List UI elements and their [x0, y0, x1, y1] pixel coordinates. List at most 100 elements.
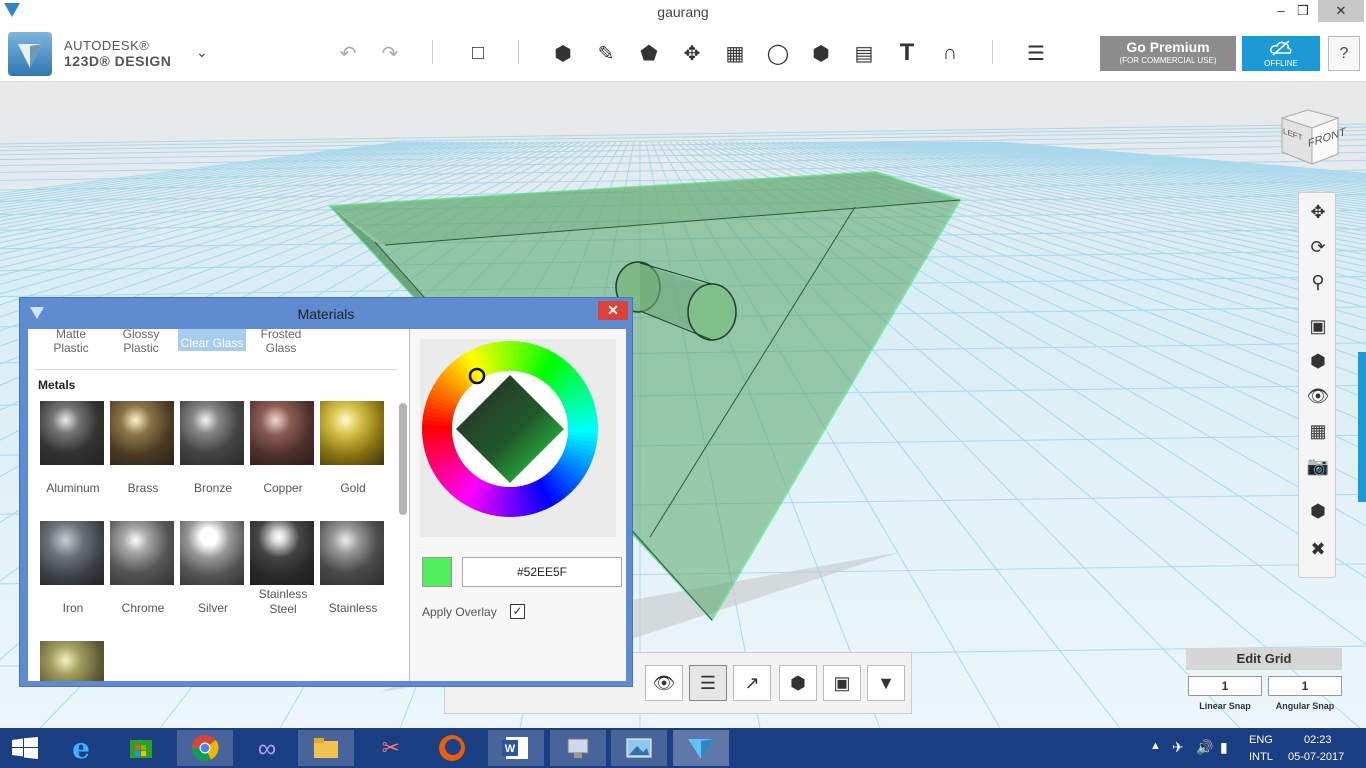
angular-snap-label: Angular Snap	[1275, 701, 1335, 711]
aluminum-swatch	[40, 401, 104, 465]
battery-icon[interactable]: ▮	[1220, 739, 1228, 768]
materials-scrollbar[interactable]	[399, 403, 407, 515]
fit-icon[interactable]: ▣	[1305, 313, 1331, 339]
undo-icon[interactable]: ↶	[334, 39, 362, 67]
material-matte-plastic[interactable]: Matte Plastic	[36, 329, 106, 355]
clock-date[interactable]: 05-07-2017	[1288, 751, 1344, 768]
iron-swatch	[40, 521, 104, 585]
side-panel-tab[interactable]	[1358, 352, 1366, 502]
material-glossy-plastic[interactable]: Glossy Plastic	[106, 329, 176, 355]
materials-dialog: Materials ✕ Matte Plastic Glossy Plastic…	[19, 297, 633, 687]
material-stainless[interactable]: Stainless	[320, 521, 386, 631]
brand-logo-icon[interactable]	[8, 32, 52, 76]
export-icon[interactable]: ↗	[733, 665, 771, 701]
color-wheel[interactable]	[420, 339, 616, 537]
zoom-icon[interactable]: ⚲	[1305, 269, 1331, 295]
chevron-down-icon[interactable]: ⌄	[196, 44, 208, 61]
angular-snap-input[interactable]: 1	[1268, 676, 1342, 696]
view-cube[interactable]: LEFT FRONT	[1278, 104, 1346, 166]
window-title: gaurang	[657, 4, 709, 20]
material-copper[interactable]: Copper	[250, 401, 316, 511]
windows-taskbar: e ∞ ✂ W ▲ ✈ 🔊 ▮ ENG INTL 02:23 05-07-201…	[0, 728, 1366, 768]
snipping-icon[interactable]: ✂	[363, 730, 419, 766]
material-stainless-steel[interactable]: Stainless Steel	[250, 521, 316, 631]
internet-explorer-icon[interactable]: e	[53, 730, 109, 766]
maximize-button[interactable]: ❒	[1288, 0, 1318, 22]
main-toolbar: AUTODESK® 123D® DESIGN ⌄ ↶ ↷ □ ⬢ ✎ ⬟ ✥ ▦…	[0, 24, 1366, 82]
copper-swatch	[250, 401, 314, 465]
material-iron[interactable]: Iron	[40, 521, 106, 631]
dialog-title: Materials	[297, 306, 355, 322]
firefox-icon[interactable]	[424, 730, 480, 766]
help-button[interactable]: ?	[1328, 36, 1360, 71]
title-bar: gaurang – ❒ ✕	[0, 0, 1366, 24]
material-bronze[interactable]: Bronze	[180, 401, 246, 511]
chrome-icon[interactable]	[177, 730, 233, 766]
render-icon[interactable]: ▣	[823, 665, 861, 701]
hide-icon[interactable]: ✖	[1305, 536, 1331, 562]
material-label: Stainless	[328, 601, 378, 615]
material-icon[interactable]: ☰	[689, 665, 727, 701]
screenshot-icon[interactable]: 📷	[1305, 453, 1331, 479]
offline-button[interactable]: OFFLINE	[1242, 36, 1320, 71]
volume-icon[interactable]: 🔊	[1196, 739, 1213, 768]
toolbar-divider	[518, 40, 519, 64]
visibility-icon[interactable]: 👁	[645, 665, 683, 701]
start-button[interactable]	[12, 737, 38, 759]
gold-swatch	[320, 401, 384, 465]
text-icon[interactable]: T	[893, 39, 921, 67]
material-item[interactable]	[40, 641, 106, 681]
apply-overlay-label: Apply Overlay	[422, 605, 497, 619]
modify-icon[interactable]: ⬟	[635, 39, 663, 67]
airplane-icon[interactable]: ✈	[1172, 739, 1184, 768]
pattern-icon[interactable]: ✥	[678, 39, 706, 67]
apply-overlay-checkbox[interactable]: ✓	[510, 604, 525, 619]
photos-icon[interactable]	[611, 730, 667, 766]
word-icon[interactable]: W	[488, 730, 544, 766]
material-aluminum[interactable]: Aluminum	[40, 401, 106, 511]
orbit-icon[interactable]: ⟳	[1305, 234, 1331, 260]
file-explorer-icon[interactable]	[298, 730, 354, 766]
visibility-icon[interactable]: 👁	[1305, 383, 1331, 409]
material-chrome[interactable]: Chrome	[110, 521, 176, 631]
material-icon[interactable]: ☰	[1022, 39, 1050, 67]
combine-icon[interactable]: ◯	[764, 39, 792, 67]
materials-list[interactable]: Matte Plastic Glossy Plastic Clear Glass…	[28, 329, 408, 681]
store-icon[interactable]	[113, 730, 169, 766]
ruler-icon[interactable]: ▤	[850, 39, 878, 67]
bronze-swatch	[180, 401, 244, 465]
edit-grid-panel: Edit Grid 1 1 Linear Snap Angular Snap	[1186, 648, 1342, 718]
close-button[interactable]: ✕	[1318, 0, 1364, 22]
dialog-body: Matte Plastic Glossy Plastic Clear Glass…	[28, 329, 626, 681]
material-silver[interactable]: Silver	[180, 521, 246, 631]
views-icon[interactable]: ⬢	[1305, 348, 1331, 374]
dialog-close-button[interactable]: ✕	[598, 301, 628, 320]
infinity-icon[interactable]: ∞	[239, 730, 295, 766]
material-brass[interactable]: Brass	[110, 401, 176, 511]
construct-icon[interactable]: ✎	[592, 39, 620, 67]
material-clear-glass[interactable]: Clear Glass	[178, 329, 246, 351]
snap-icon[interactable]: ∩	[936, 39, 964, 67]
linear-snap-input[interactable]: 1	[1188, 676, 1262, 696]
material-gold[interactable]: Gold	[320, 401, 386, 511]
123d-icon[interactable]: ▼	[867, 665, 905, 701]
pan-icon[interactable]: ✥	[1305, 199, 1331, 225]
redo-icon[interactable]: ↷	[376, 39, 404, 67]
toolbar-divider	[432, 40, 433, 64]
network-icon[interactable]	[550, 730, 606, 766]
group-icon[interactable]: ▦	[721, 39, 749, 67]
grid-icon[interactable]: ▦	[1305, 418, 1331, 444]
measure-icon[interactable]: ⬢	[807, 39, 835, 67]
go-premium-button[interactable]: Go Premium (FOR COMMERCIAL USE)	[1100, 36, 1236, 71]
123d-design-icon[interactable]	[673, 730, 729, 766]
language-intl[interactable]: INTL	[1249, 751, 1273, 768]
material-visibility-icon[interactable]: ⬢	[1305, 498, 1331, 524]
tray-chevron-icon[interactable]: ▲	[1150, 740, 1161, 768]
edit-grid-button[interactable]: Edit Grid	[1186, 648, 1342, 670]
solid-icon[interactable]: ⬢	[779, 665, 817, 701]
material-frosted-glass[interactable]: Frosted Glass	[246, 329, 316, 355]
hex-color-input[interactable]: #52EE5F	[462, 557, 622, 587]
primitives-icon[interactable]: □	[464, 39, 492, 67]
sketch-icon[interactable]: ⬢	[549, 39, 577, 67]
toolbar-divider	[992, 40, 993, 64]
